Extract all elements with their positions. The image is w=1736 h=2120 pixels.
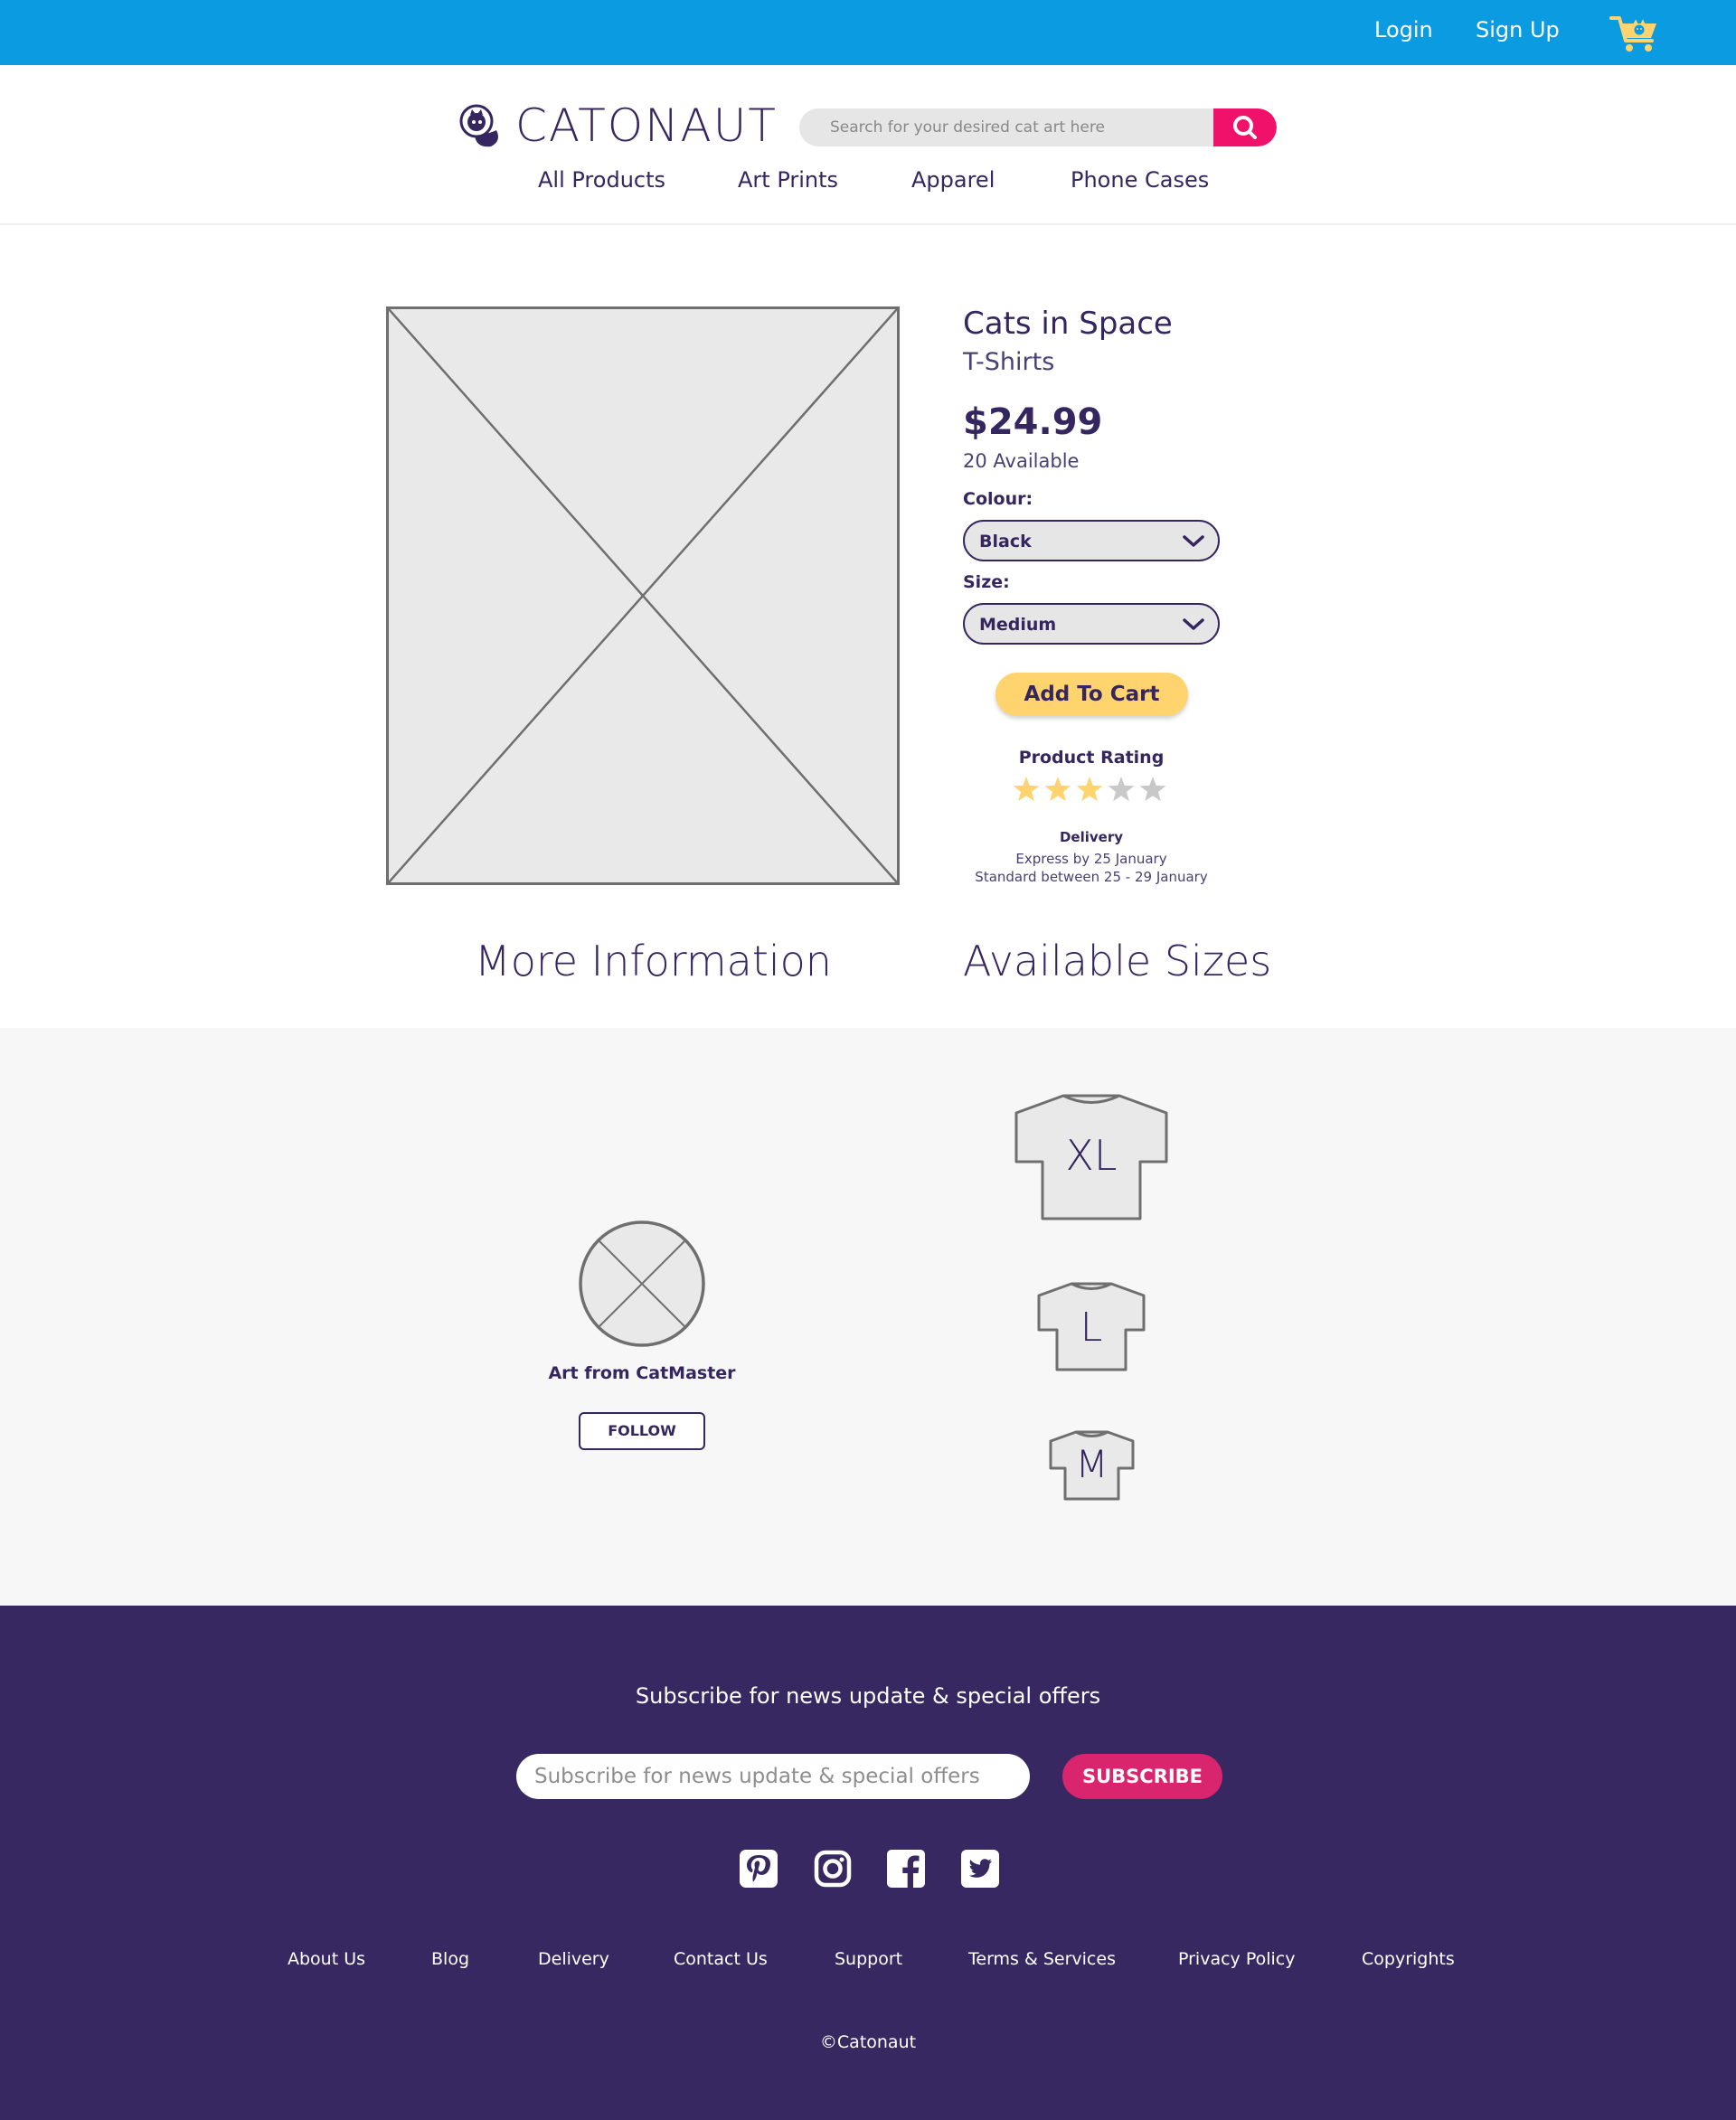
star-icon: [1044, 777, 1071, 802]
star-icon: [1139, 777, 1166, 802]
copyright-text: ©Catonaut: [819, 2032, 917, 2052]
artist-name: Art from CatMaster: [548, 1363, 736, 1383]
size-select-value: Medium: [979, 615, 1057, 635]
subscribe-title: Subscribe for news update & special offe…: [635, 1683, 1101, 1709]
colour-label: Colour:: [963, 489, 1033, 509]
chevron-down-icon: [1183, 535, 1204, 547]
size-select[interactable]: Medium: [963, 603, 1220, 645]
astronaut-cat-logo[interactable]: [457, 103, 504, 150]
chevron-down-icon: [1183, 618, 1204, 630]
signup-link[interactable]: Sign Up: [1476, 17, 1560, 42]
search-input[interactable]: [830, 108, 1210, 146]
footer-link-terms[interactable]: Terms & Services: [968, 1949, 1116, 1969]
delivery-express: Express by 25 January: [1015, 851, 1167, 867]
nav-apparel[interactable]: Apparel: [911, 167, 995, 193]
instagram-icon[interactable]: [814, 1850, 852, 1888]
top-bar: Login Sign Up: [0, 0, 1736, 65]
colour-select-value: Black: [979, 532, 1032, 551]
star-icon: [1076, 777, 1103, 802]
product-category: T-Shirts: [963, 348, 1055, 376]
follow-button[interactable]: FOLLOW: [579, 1412, 705, 1450]
footer-link-about-us[interactable]: About Us: [288, 1949, 365, 1969]
rating-stars: [1013, 777, 1166, 802]
details-section: [0, 1028, 1736, 1606]
image-placeholder-icon: [389, 309, 897, 882]
footer-link-privacy[interactable]: Privacy Policy: [1178, 1949, 1295, 1969]
star-icon: [1013, 777, 1040, 802]
nav-art-prints[interactable]: Art Prints: [738, 167, 838, 193]
product-price: $24.99: [963, 401, 1103, 443]
footer-link-blog[interactable]: Blog: [431, 1949, 469, 1969]
delivery-standard: Standard between 25 - 29 January: [975, 869, 1208, 885]
rating-label: Product Rating: [1018, 748, 1165, 768]
cart-icon[interactable]: [1609, 13, 1660, 54]
search-button[interactable]: [1213, 108, 1277, 146]
login-link[interactable]: Login: [1374, 17, 1433, 42]
twitter-icon[interactable]: [961, 1850, 999, 1888]
size-label: Size:: [963, 572, 1010, 592]
footer-link-delivery[interactable]: Delivery: [538, 1949, 609, 1969]
size-m-label: M: [1075, 1442, 1109, 1486]
add-to-cart-button[interactable]: Add To Cart: [995, 673, 1188, 716]
subscribe-button[interactable]: SUBSCRIBE: [1062, 1754, 1222, 1799]
footer-link-copyrights[interactable]: Copyrights: [1362, 1949, 1455, 1969]
delivery-title: Delivery: [1059, 829, 1124, 845]
footer-link-contact-us[interactable]: Contact Us: [674, 1949, 768, 1969]
facebook-icon[interactable]: [887, 1850, 925, 1888]
search-icon: [1233, 116, 1257, 139]
size-option-l[interactable]: L: [1036, 1281, 1146, 1372]
product-image-placeholder[interactable]: [386, 306, 900, 885]
size-option-xl[interactable]: XL: [1014, 1093, 1169, 1221]
brand-logo-text[interactable]: CATONAUT: [515, 99, 778, 152]
more-information-heading: More Information: [475, 937, 832, 985]
brand-bar: CATONAUT All Products Art Prints Apparel…: [0, 65, 1736, 225]
product-availability: 20 Available: [963, 450, 1080, 472]
artist-avatar[interactable]: [578, 1220, 706, 1348]
product-title: Cats in Space: [963, 306, 1173, 342]
star-icon: [1108, 777, 1135, 802]
pinterest-icon[interactable]: [740, 1850, 778, 1888]
available-sizes-heading: Available Sizes: [963, 937, 1272, 985]
size-xl-label: XL: [1065, 1131, 1118, 1180]
nav-phone-cases[interactable]: Phone Cases: [1071, 167, 1209, 193]
size-option-m[interactable]: M: [1048, 1429, 1136, 1502]
size-l-label: L: [1080, 1305, 1103, 1351]
search-bar: [799, 108, 1277, 146]
footer-link-support[interactable]: Support: [835, 1949, 902, 1969]
nav-all-products[interactable]: All Products: [538, 167, 665, 193]
colour-select[interactable]: Black: [963, 520, 1220, 561]
subscribe-email-input[interactable]: [516, 1754, 1030, 1799]
